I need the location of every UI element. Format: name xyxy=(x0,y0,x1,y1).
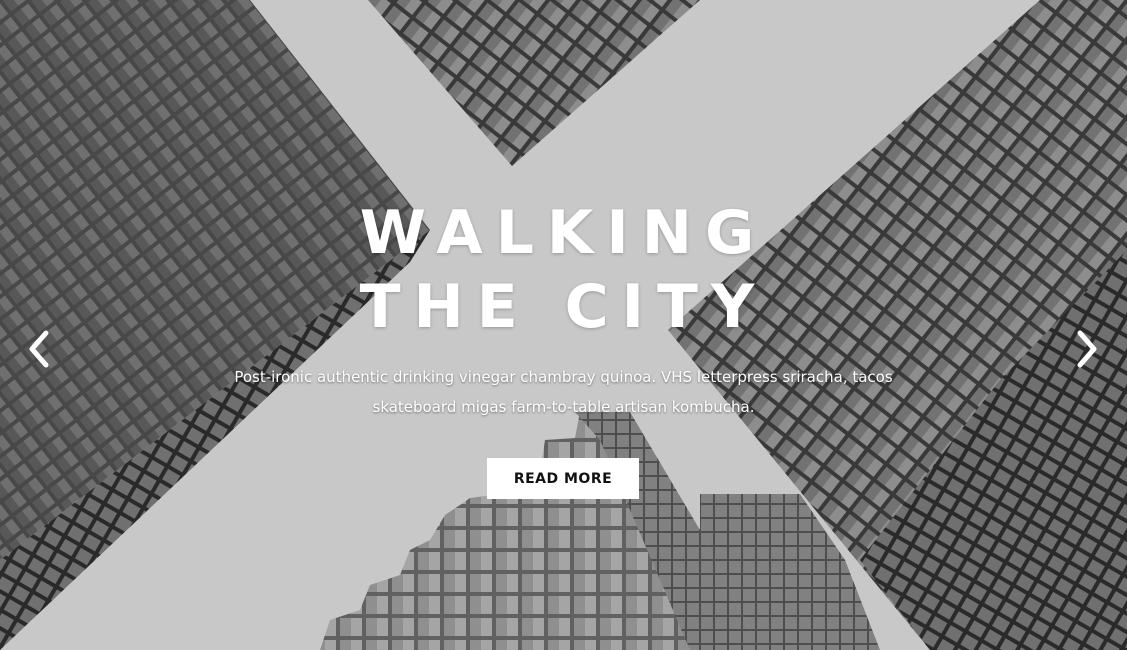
chevron-right-icon xyxy=(1077,330,1097,368)
previous-slide-button[interactable] xyxy=(18,326,58,372)
slide-title: WALKING THE CITY xyxy=(0,196,1127,344)
slide-title-line-2: THE CITY xyxy=(359,272,768,342)
slide-title-line-1: WALKING xyxy=(359,198,768,268)
slide-description: Post-ironic authentic drinking vinegar c… xyxy=(234,368,893,416)
chevron-left-icon xyxy=(29,330,49,368)
hero-slider: WALKING THE CITY Post-ironic authentic d… xyxy=(0,0,1127,650)
slide-caption: WALKING THE CITY Post-ironic authentic d… xyxy=(0,0,1127,650)
read-more-button[interactable]: READ MORE xyxy=(487,458,639,499)
next-slide-button[interactable] xyxy=(1068,326,1108,372)
